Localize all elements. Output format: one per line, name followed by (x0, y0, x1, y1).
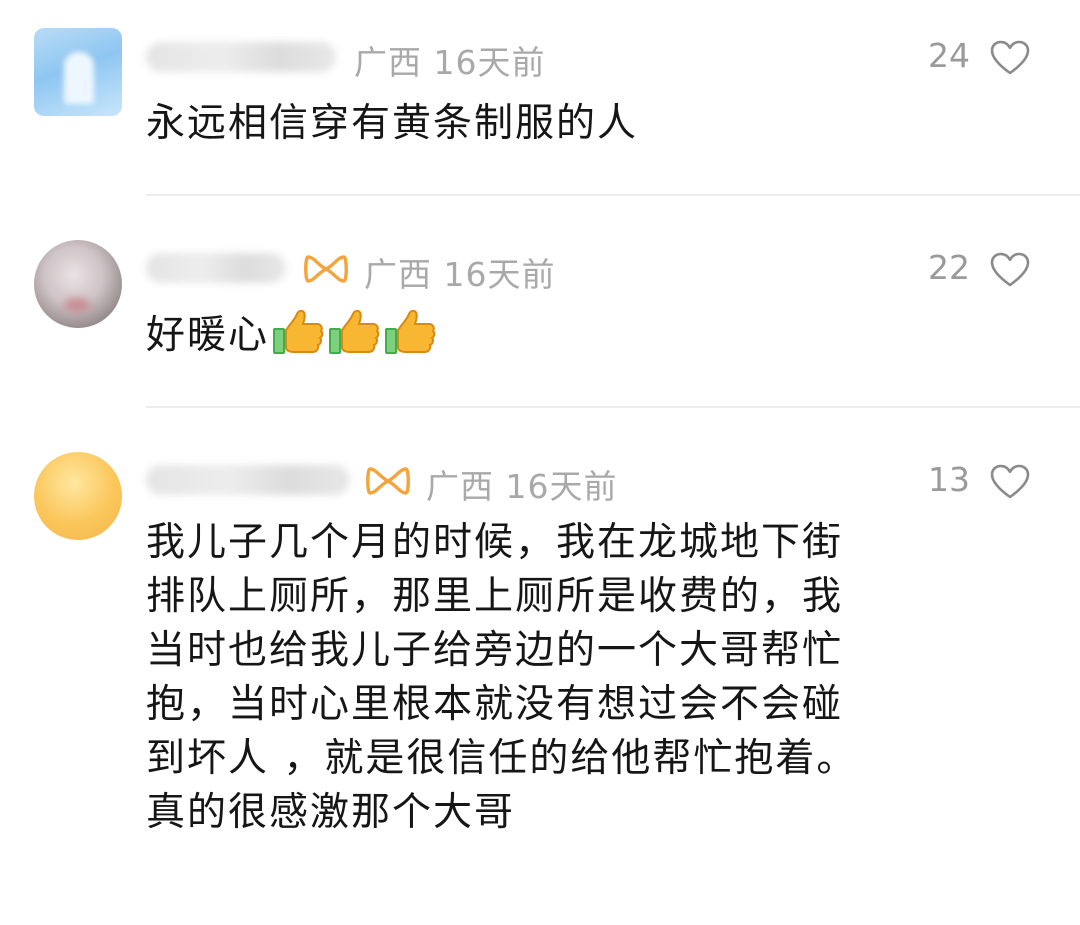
username-blurred[interactable] (146, 42, 336, 72)
comment-location-time: 广西 16天前 (354, 43, 546, 82)
avatar[interactable] (34, 452, 122, 540)
thumbs-up-icon (273, 309, 324, 354)
comment-text-content: 好暖心 (146, 313, 270, 358)
comment-text-line: 到坏人 ，就是很信任的给他帮忙抱着。 (146, 736, 858, 781)
comment-text-line: 当时也给我儿子给旁边的一个大哥帮忙 (146, 628, 844, 673)
divider (146, 406, 1080, 408)
username-blurred[interactable] (146, 465, 350, 495)
heart-icon[interactable] (990, 464, 1030, 500)
comment-text: 我儿子几个月的时候，我在龙城地下街 排队上厕所，那里上厕所是收费的，我 当时也给… (146, 516, 857, 840)
like-count: 13 (928, 460, 970, 499)
heart-icon[interactable] (990, 252, 1030, 288)
avatar[interactable] (34, 240, 122, 328)
avatar[interactable] (34, 28, 122, 116)
vip-badge-icon (366, 467, 410, 495)
username-blurred[interactable] (146, 253, 286, 283)
comment-text-line: 抱，当时心里根本就没有想过会不会碰 (146, 682, 844, 727)
comment-text-line: 好暖心 (146, 308, 437, 362)
heart-icon[interactable] (990, 40, 1030, 76)
comment-text-line: 真的很感激那个大哥 (146, 790, 516, 835)
comment-location-time: 广西 16天前 (426, 467, 618, 506)
comment-text: 永远相信穿有黄条制服的人 (146, 98, 638, 150)
comment-text-line: 永远相信穿有黄条制服的人 (146, 101, 639, 146)
comment-location-time: 广西 16天前 (364, 255, 556, 294)
like-count: 22 (928, 248, 970, 287)
comment-text-line: 排队上厕所，那里上厕所是收费的，我 (146, 574, 844, 619)
comment-text-line: 我儿子几个月的时候，我在龙城地下街 (146, 520, 844, 565)
thumbs-up-icon (385, 309, 436, 354)
vip-badge-icon (304, 255, 348, 283)
comment-text: 好暖心 (146, 308, 437, 362)
thumbs-up-icon (329, 309, 380, 354)
divider (146, 194, 1080, 196)
like-count: 24 (928, 36, 970, 75)
